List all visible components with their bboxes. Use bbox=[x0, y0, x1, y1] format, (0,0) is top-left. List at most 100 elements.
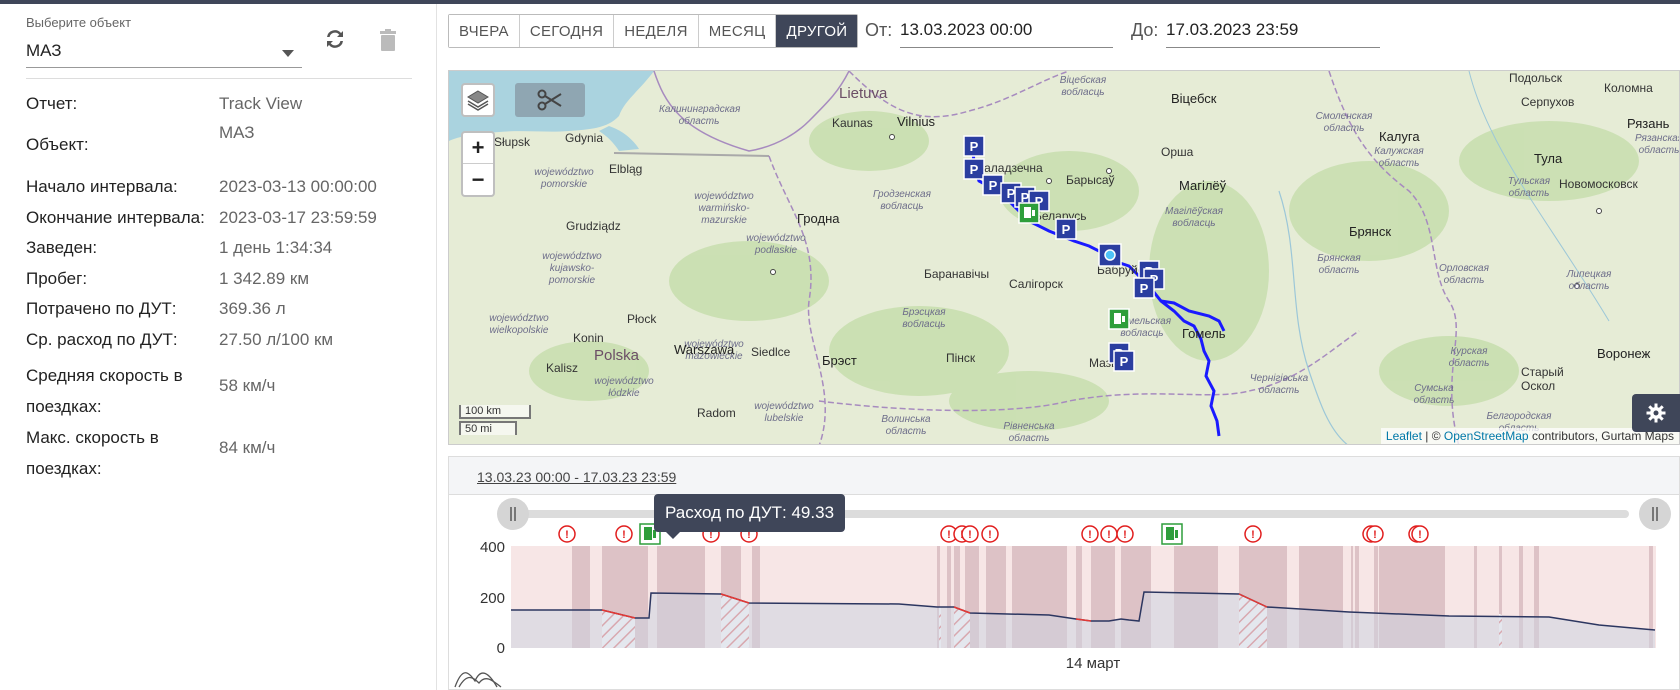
alert-icon[interactable]: ! bbox=[1081, 525, 1099, 543]
alert-icon[interactable]: ! bbox=[1244, 525, 1262, 543]
fuel-icon[interactable] bbox=[1161, 523, 1183, 545]
period-week-button[interactable]: НЕДЕЛЯ bbox=[614, 15, 699, 47]
svg-text:P: P bbox=[970, 162, 979, 177]
y-tick-200: 200 bbox=[480, 590, 505, 607]
report-sidebar: Выберите объект МАЗ Отчет: Track View Об… bbox=[0, 4, 437, 690]
info-label-engine: Заведен: bbox=[26, 238, 98, 257]
timeline-chart[interactable]: ! ! ! ! ! ! ! ! ! ! ! ! ! ! ! ! 400 200 … bbox=[449, 495, 1679, 690]
fuel-tooltip: Расход по ДУТ: 49.33 bbox=[654, 494, 846, 539]
cut-track-button[interactable] bbox=[515, 83, 585, 117]
attribution-separator: | © bbox=[1421, 429, 1444, 443]
period-month-button[interactable]: МЕСЯЦ bbox=[698, 15, 777, 47]
scale-mi: 50 mi bbox=[459, 421, 517, 435]
period-custom-button[interactable]: ДРУГОЙ bbox=[776, 15, 858, 47]
alert-icon[interactable]: ! bbox=[1411, 525, 1429, 543]
zoom-out-button[interactable]: − bbox=[463, 164, 493, 195]
svg-text:P: P bbox=[989, 178, 998, 193]
divider bbox=[26, 78, 412, 79]
scale-km: 100 km bbox=[459, 405, 531, 419]
period-yesterday-button[interactable]: ВЧЕРА bbox=[449, 15, 520, 47]
date-to-input[interactable]: 17.03.2023 23:59 bbox=[1166, 14, 1380, 48]
object-select-value: МАЗ bbox=[26, 41, 62, 60]
alert-icon[interactable]: ! bbox=[1100, 525, 1118, 543]
layers-icon bbox=[467, 90, 489, 111]
leaflet-link[interactable]: Leaflet bbox=[1386, 429, 1422, 443]
period-today-button[interactable]: СЕГОДНЯ bbox=[519, 15, 615, 47]
info-label-object: Объект: bbox=[26, 135, 89, 154]
y-tick-0: 0 bbox=[497, 640, 505, 657]
timeline-range-link[interactable]: 13.03.23 00:00 - 17.03.23 23:59 bbox=[477, 469, 676, 485]
parking-icon[interactable]: P bbox=[963, 158, 985, 180]
settings-button[interactable] bbox=[1632, 394, 1680, 432]
parking-icon[interactable]: P bbox=[982, 174, 1004, 196]
timeline-panel: 13.03.23 00:00 - 17.03.23 23:59 ! ! ! ! … bbox=[448, 456, 1680, 690]
alert-icon[interactable]: ! bbox=[558, 525, 576, 543]
info-label-mileage: Пробег: bbox=[26, 269, 88, 288]
timeline-header: 13.03.23 00:00 - 17.03.23 23:59 bbox=[449, 457, 1679, 495]
date-from-label: От: bbox=[865, 20, 893, 40]
svg-text:!: ! bbox=[1373, 529, 1377, 541]
layers-button[interactable] bbox=[461, 83, 495, 117]
alert-icon[interactable]: ! bbox=[1116, 525, 1134, 543]
area-chart-icon[interactable] bbox=[454, 672, 502, 688]
svg-text:!: ! bbox=[1088, 529, 1092, 541]
delete-button[interactable] bbox=[373, 25, 403, 55]
map-view[interactable]: Lietuva Vilnius Kaunas Калининградская о… bbox=[448, 70, 1680, 445]
svg-text:!: ! bbox=[1107, 529, 1111, 541]
fuel-icon[interactable] bbox=[1108, 308, 1130, 330]
slider-handle-left[interactable] bbox=[497, 498, 529, 530]
date-to-label: До: bbox=[1131, 20, 1159, 40]
period-selector: ВЧЕРА СЕГОДНЯ НЕДЕЛЯ МЕСЯЦ ДРУГОЙ bbox=[448, 14, 859, 48]
parking-icon[interactable]: P bbox=[963, 135, 985, 157]
refresh-icon bbox=[327, 30, 343, 48]
svg-text:!: ! bbox=[1123, 529, 1127, 541]
slider-handle-right[interactable] bbox=[1639, 498, 1671, 530]
object-select-label: Выберите объект bbox=[26, 15, 132, 30]
x-axis-label: 14 март bbox=[1066, 655, 1121, 672]
parking-icon[interactable]: P bbox=[1133, 277, 1155, 299]
svg-text:P: P bbox=[1140, 281, 1149, 296]
chevron-down-icon bbox=[282, 50, 294, 57]
info-label-end: Окончание интервала: bbox=[26, 208, 205, 227]
info-label-report: Отчет: bbox=[26, 94, 78, 113]
alert-icon[interactable]: ! bbox=[615, 525, 633, 543]
gear-icon bbox=[1646, 403, 1666, 423]
location-icon[interactable] bbox=[1098, 243, 1122, 267]
info-label-max-speed: Макс. скорость в поездках: bbox=[26, 428, 159, 478]
y-tick-400: 400 bbox=[480, 539, 505, 556]
object-select[interactable]: МАЗ bbox=[26, 38, 302, 68]
parking-icon[interactable]: P bbox=[1055, 218, 1077, 240]
parking-icon[interactable]: P bbox=[1113, 350, 1135, 372]
date-from-input[interactable]: 13.03.2023 00:00 bbox=[900, 14, 1113, 48]
info-value-max-speed: 84 км/ч bbox=[219, 438, 276, 457]
osm-link[interactable]: OpenStreetMap bbox=[1444, 429, 1529, 443]
svg-text:!: ! bbox=[947, 529, 951, 541]
info-value-start: 2023-03-13 00:00:00 bbox=[219, 177, 377, 196]
fuel-icon[interactable] bbox=[1018, 202, 1040, 224]
info-value-fuel-avg: 27.50 л/100 км bbox=[219, 330, 334, 349]
info-value-report: Track View bbox=[219, 94, 303, 113]
info-value-fuel-spent: 369.36 л bbox=[219, 299, 286, 318]
info-value-end: 2023-03-17 23:59:59 bbox=[219, 208, 377, 227]
info-label-fuel-spent: Потрачено по ДУТ: bbox=[26, 299, 177, 318]
svg-text:!: ! bbox=[622, 529, 626, 541]
info-label-fuel-avg: Ср. расход по ДУТ: bbox=[26, 330, 178, 349]
info-value-avg-speed: 58 км/ч bbox=[219, 376, 276, 395]
track-markers-layer: P P P P P P P P P P P P bbox=[963, 135, 1165, 372]
alert-icon[interactable]: ! bbox=[1366, 525, 1384, 543]
info-value-engine: 1 день 1:34:34 bbox=[219, 238, 333, 257]
svg-text:P: P bbox=[970, 139, 979, 154]
info-label-start: Начало интервала: bbox=[26, 177, 178, 196]
svg-text:!: ! bbox=[968, 529, 972, 541]
trash-icon bbox=[380, 29, 396, 51]
info-value-mileage: 1 342.89 км bbox=[219, 269, 310, 288]
svg-text:!: ! bbox=[1418, 529, 1422, 541]
svg-text:!: ! bbox=[988, 529, 992, 541]
refresh-button[interactable] bbox=[320, 24, 350, 54]
alert-icon[interactable]: ! bbox=[961, 525, 979, 543]
svg-text:!: ! bbox=[1251, 529, 1255, 541]
svg-text:!: ! bbox=[565, 529, 569, 541]
zoom-in-button[interactable]: + bbox=[463, 133, 493, 164]
info-label-avg-speed: Средняя скорость в поездках: bbox=[26, 366, 183, 416]
alert-icon[interactable]: ! bbox=[981, 525, 999, 543]
